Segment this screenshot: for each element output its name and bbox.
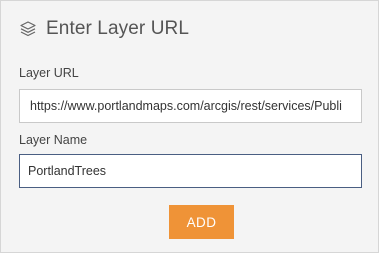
panel-header: Enter Layer URL bbox=[19, 18, 189, 40]
add-layer-panel: Enter Layer URL Layer URL Layer Name ADD bbox=[0, 0, 379, 253]
layer-name-label: Layer Name bbox=[19, 133, 88, 147]
layers-icon bbox=[19, 20, 37, 38]
layer-url-input[interactable] bbox=[19, 89, 362, 123]
layer-name-input[interactable] bbox=[19, 154, 362, 188]
layer-url-label: Layer URL bbox=[19, 66, 79, 80]
add-button[interactable]: ADD bbox=[169, 205, 234, 239]
panel-title: Enter Layer URL bbox=[46, 18, 190, 39]
